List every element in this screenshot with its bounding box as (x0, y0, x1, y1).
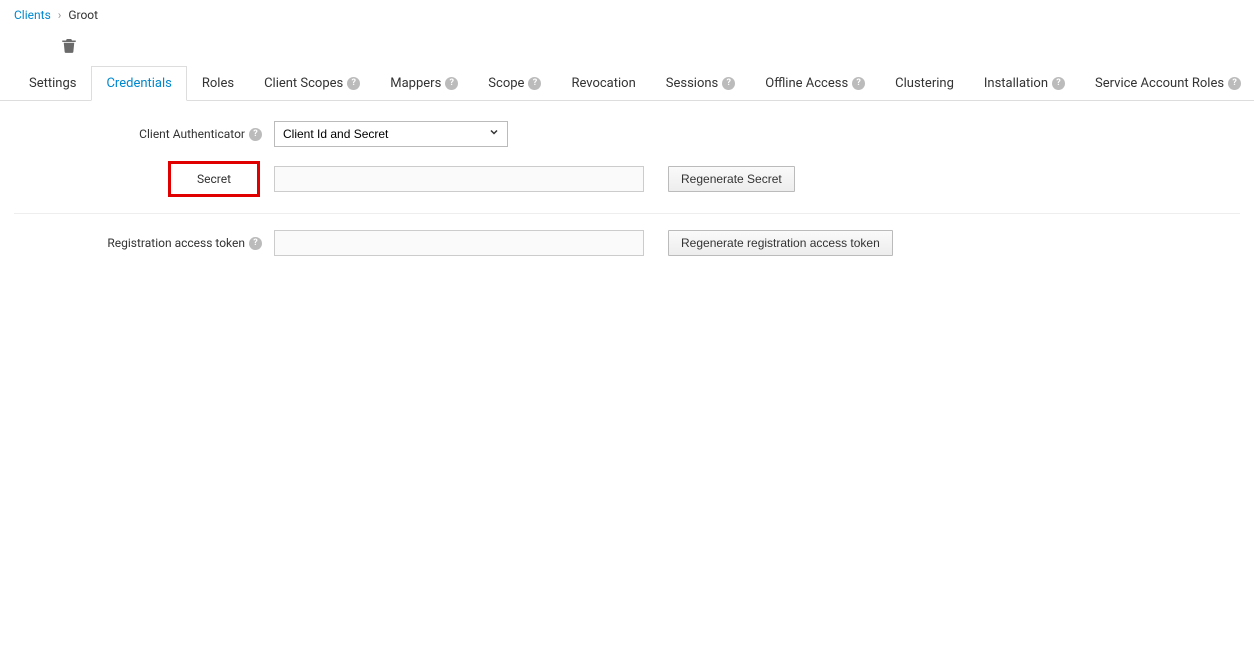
content: Client Authenticator ? Client Id and Sec… (0, 101, 1254, 290)
registration-token-field: Regenerate registration access token (274, 230, 893, 256)
tab-credentials[interactable]: Credentials (91, 66, 186, 101)
tab-installation[interactable]: Installation? (969, 66, 1080, 100)
client-authenticator-select[interactable]: Client Id and Secret (274, 121, 508, 147)
tab-label: Clustering (895, 76, 954, 91)
client-authenticator-select-wrap: Client Id and Secret (274, 121, 508, 147)
secret-field-col: Regenerate Secret (274, 166, 795, 192)
tab-roles[interactable]: Roles (187, 66, 249, 100)
trash-icon (60, 36, 78, 54)
help-icon[interactable]: ? (1052, 77, 1065, 90)
breadcrumb-separator: › (58, 8, 62, 22)
client-authenticator-field: Client Id and Secret (274, 121, 508, 147)
breadcrumb: Clients › Groot (0, 0, 1254, 30)
help-icon[interactable]: ? (1228, 77, 1241, 90)
tab-scope[interactable]: Scope? (473, 66, 556, 100)
regenerate-secret-button[interactable]: Regenerate Secret (668, 166, 795, 192)
help-icon[interactable]: ? (347, 77, 360, 90)
tab-offline-access[interactable]: Offline Access? (750, 66, 880, 100)
tabs: SettingsCredentialsRolesClient Scopes?Ma… (0, 66, 1254, 101)
secret-label-col: Secret (14, 161, 274, 197)
tab-label: Mappers (390, 76, 441, 91)
toolbar (0, 30, 1254, 60)
tab-service-account-roles[interactable]: Service Account Roles? (1080, 66, 1254, 100)
help-icon[interactable]: ? (852, 77, 865, 90)
tab-label: Credentials (106, 76, 171, 91)
help-icon[interactable]: ? (722, 77, 735, 90)
breadcrumb-parent-link[interactable]: Clients (14, 8, 51, 22)
registration-token-label: Registration access token ? (14, 236, 274, 250)
tab-settings[interactable]: Settings (14, 66, 91, 100)
help-icon[interactable]: ? (445, 77, 458, 90)
client-authenticator-label: Client Authenticator ? (14, 127, 274, 141)
tab-revocation[interactable]: Revocation (556, 66, 650, 100)
tab-label: Installation (984, 76, 1048, 91)
secret-row: Secret Regenerate Secret (14, 161, 1240, 197)
tab-label: Settings (29, 76, 76, 91)
regenerate-registration-token-button[interactable]: Regenerate registration access token (668, 230, 893, 256)
divider (14, 213, 1240, 214)
help-icon[interactable]: ? (249, 128, 262, 141)
tab-label: Revocation (571, 76, 635, 91)
tab-label: Roles (202, 76, 234, 91)
registration-token-label-text: Registration access token (107, 236, 245, 250)
secret-input[interactable] (274, 166, 644, 192)
tab-label: Client Scopes (264, 76, 343, 91)
secret-label: Secret (168, 161, 260, 197)
client-authenticator-label-text: Client Authenticator (139, 127, 245, 141)
tab-clustering[interactable]: Clustering (880, 66, 969, 100)
help-icon[interactable]: ? (528, 77, 541, 90)
tab-label: Sessions (666, 76, 719, 91)
client-authenticator-row: Client Authenticator ? Client Id and Sec… (14, 121, 1240, 147)
registration-token-input[interactable] (274, 230, 644, 256)
help-icon[interactable]: ? (249, 237, 262, 250)
tab-label: Offline Access (765, 76, 848, 91)
registration-token-row: Registration access token ? Regenerate r… (14, 230, 1240, 256)
breadcrumb-current: Groot (68, 8, 98, 22)
tab-label: Service Account Roles (1095, 76, 1224, 91)
delete-button[interactable] (60, 43, 78, 58)
tab-client-scopes[interactable]: Client Scopes? (249, 66, 375, 100)
tab-mappers[interactable]: Mappers? (375, 66, 473, 100)
tab-label: Scope (488, 76, 524, 91)
tab-sessions[interactable]: Sessions? (651, 66, 751, 100)
